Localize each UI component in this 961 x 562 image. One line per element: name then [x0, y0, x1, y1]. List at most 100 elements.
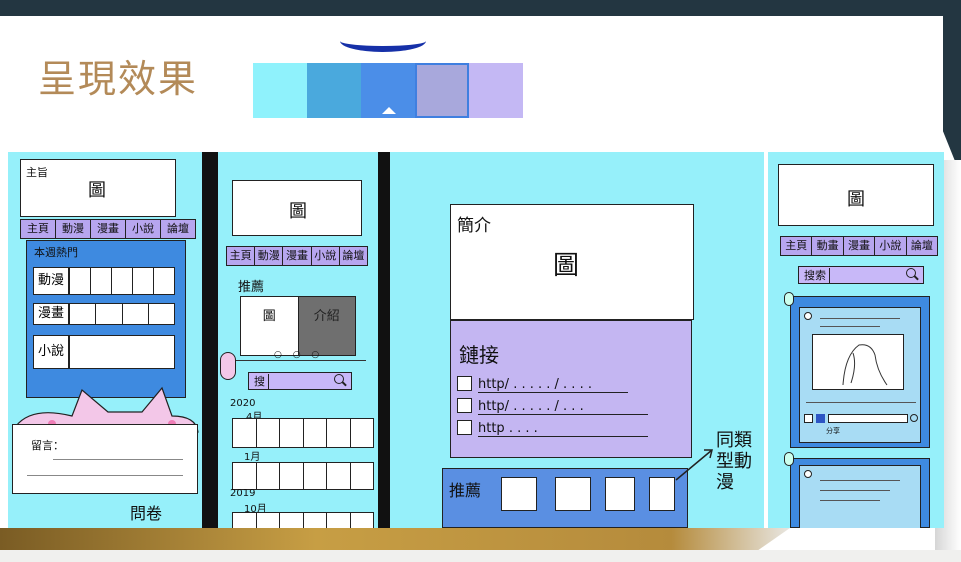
- slide-right-band: [943, 16, 961, 176]
- post-card[interactable]: 分享: [799, 307, 921, 443]
- intro-box: 簡介 圖: [450, 204, 694, 320]
- banner-box: 圖: [778, 164, 934, 226]
- tab-manga[interactable]: 漫畫: [844, 237, 876, 255]
- link-url[interactable]: http/ . . . . . / . . . .: [478, 377, 628, 393]
- tab-novel[interactable]: 小說: [875, 237, 907, 255]
- palette-swatch: [253, 63, 307, 118]
- rank-row-label: 動漫: [33, 267, 69, 295]
- tab-manga[interactable]: 漫畫: [91, 220, 126, 238]
- link-checkbox[interactable]: [457, 398, 472, 413]
- recommend-label: 推薦: [238, 280, 265, 295]
- recommend-thumb[interactable]: [555, 477, 591, 511]
- banner-box: 圖: [232, 180, 362, 236]
- palette-swatch: [469, 63, 523, 118]
- pin-icon: [784, 452, 794, 466]
- decorative-arc: [340, 30, 426, 52]
- search-label: 搜索: [801, 267, 830, 283]
- avatar: [804, 470, 812, 478]
- post-text-line: [820, 326, 880, 327]
- palette-pointer-icon: [382, 107, 396, 114]
- search-icon[interactable]: [334, 374, 348, 388]
- tab-anime[interactable]: 動漫: [56, 220, 91, 238]
- slide-bottom-strip: [0, 550, 961, 562]
- comment-input-line: [27, 475, 183, 476]
- post-image[interactable]: [812, 334, 904, 390]
- theme-label: 主旨: [26, 166, 48, 179]
- link-row[interactable]: http/ . . . . . / . . . .: [457, 373, 628, 393]
- tab-novel[interactable]: 小說: [126, 220, 161, 238]
- weekly-hot-section: 本週熱門 動漫 漫畫 小說: [26, 240, 186, 398]
- post-card[interactable]: [799, 465, 921, 528]
- date-row-items: [232, 512, 374, 528]
- link-row[interactable]: http . . . .: [457, 417, 648, 437]
- panel-divider: [378, 152, 390, 528]
- share-icon[interactable]: [804, 414, 813, 423]
- nav-tabs[interactable]: 主頁 動漫 漫畫 小說 論壇: [226, 246, 368, 266]
- illustration-icon: [842, 344, 888, 386]
- date-row-items: [232, 462, 374, 490]
- banner-image-label: 圖: [847, 189, 865, 210]
- emoji-icon[interactable]: [910, 414, 918, 422]
- link-checkbox[interactable]: [457, 420, 472, 435]
- pin-icon: [784, 292, 794, 306]
- sketch-detail-page: 簡介 圖 鏈接 http/ . . . . . / . . . . http/ …: [390, 152, 764, 528]
- palette-swatch: [415, 63, 469, 118]
- tab-animation[interactable]: 動畫: [812, 237, 844, 255]
- links-label: 鏈接: [459, 343, 499, 367]
- date-label: 2019: [230, 488, 256, 499]
- recommend-thumb[interactable]: [501, 477, 537, 511]
- tab-manga[interactable]: 漫畫: [283, 247, 312, 265]
- tab-anime[interactable]: 動漫: [255, 247, 284, 265]
- search-bar[interactable]: 搜: [248, 372, 352, 390]
- weekly-hot-label: 本週熱門: [34, 246, 78, 259]
- search-bar[interactable]: 搜索: [798, 266, 924, 284]
- mascot-icon: [220, 352, 236, 380]
- recommend-thumb[interactable]: [649, 477, 675, 511]
- search-label: 搜: [251, 373, 269, 389]
- intro-image-label: 圖: [553, 251, 580, 281]
- tab-forum[interactable]: 論壇: [340, 247, 367, 265]
- banner-image-label: 圖: [289, 201, 307, 222]
- panel-divider: [202, 152, 218, 528]
- recommend-thumb[interactable]: [605, 477, 635, 511]
- avatar: [804, 312, 812, 320]
- recommend-card[interactable]: 圖 介紹: [240, 296, 356, 356]
- comment-input-line: [53, 459, 183, 460]
- facebook-icon[interactable]: [816, 414, 825, 423]
- tab-home[interactable]: 主頁: [21, 220, 56, 238]
- nav-tabs[interactable]: 主頁 動畫 漫畫 小說 論壇: [780, 236, 938, 256]
- tab-forum[interactable]: 論壇: [907, 237, 937, 255]
- slide-top-bar: [0, 0, 961, 16]
- banner-image-label: 圖: [88, 180, 106, 201]
- tab-home[interactable]: 主頁: [781, 237, 813, 255]
- sketch-anime-page: 圖 主頁 動漫 漫畫 小說 論壇 推薦 圖 介紹 ○ ○ ○ 搜 2020 4月…: [218, 152, 378, 528]
- tab-novel[interactable]: 小說: [312, 247, 340, 265]
- post-text-line: [820, 318, 900, 319]
- rank-row-items: [69, 267, 175, 295]
- link-row[interactable]: http/ . . . . . / . . .: [457, 395, 648, 415]
- rank-row-items: [69, 303, 175, 325]
- post-text-line: [820, 490, 890, 491]
- comment-label: 留言：: [31, 439, 64, 452]
- link-checkbox[interactable]: [457, 376, 472, 391]
- link-url[interactable]: http . . . .: [478, 421, 648, 437]
- rank-row-label: 漫畫: [33, 303, 69, 325]
- intro-label: 簡介: [457, 216, 491, 236]
- comment-input[interactable]: [828, 414, 908, 423]
- search-icon[interactable]: [906, 268, 920, 282]
- post-feed: 分享: [790, 296, 930, 448]
- nav-tabs[interactable]: 主頁 動漫 漫畫 小說 論壇: [20, 219, 196, 239]
- comment-box[interactable]: 留言：: [12, 424, 198, 494]
- color-palette: [253, 63, 523, 118]
- card-image-label: 圖: [262, 309, 276, 324]
- tab-home[interactable]: 主頁: [227, 247, 256, 265]
- post-feed: [790, 458, 930, 528]
- slide-footer-stripe: [0, 528, 790, 550]
- tab-forum[interactable]: 論壇: [161, 220, 195, 238]
- palette-swatch: [307, 63, 361, 118]
- survey-link[interactable]: 問卷: [130, 500, 162, 524]
- recommend-section: 推薦: [442, 468, 688, 528]
- carousel-dots[interactable]: ○ ○ ○: [274, 350, 323, 360]
- link-url[interactable]: http/ . . . . . / . . .: [478, 399, 648, 415]
- arrow-icon: [675, 449, 713, 481]
